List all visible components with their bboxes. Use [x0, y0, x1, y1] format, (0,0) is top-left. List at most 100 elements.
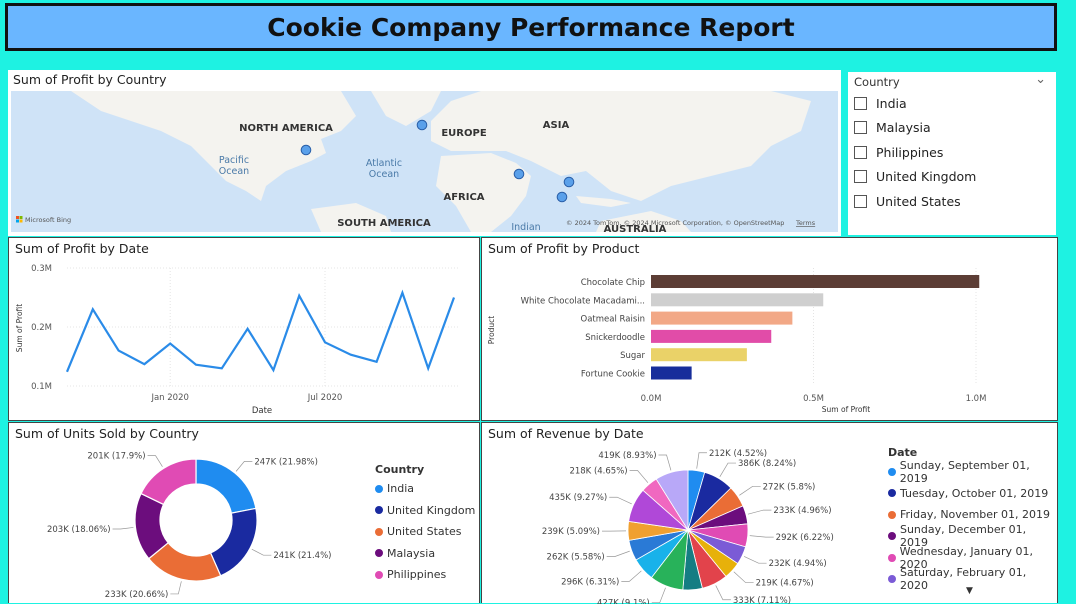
label-atlantic-ocean: Ocean: [369, 169, 399, 180]
legend-item[interactable]: Sunday, September 01, 2019: [888, 461, 1057, 483]
x-tick-label: Jul 2020: [307, 393, 343, 403]
data-label: 272K (5.8%): [763, 482, 816, 492]
map-marker-philippines[interactable]: [564, 177, 574, 187]
data-label: 262K (5.58%): [547, 553, 605, 563]
slicer-item-united-kingdom[interactable]: United Kingdom: [854, 169, 976, 184]
bar-chart[interactable]: 0.0M0.5M1.0MChocolate ChipWhite Chocolat…: [482, 258, 1057, 420]
slice[interactable]: [196, 459, 256, 513]
line-point[interactable]: [400, 291, 404, 295]
map-marker-malaysia[interactable]: [557, 192, 567, 202]
line-point[interactable]: [142, 362, 146, 366]
slice[interactable]: [211, 508, 257, 575]
donut-legend-title: Country: [375, 463, 475, 476]
line-point[interactable]: [194, 363, 198, 367]
bar[interactable]: [651, 330, 771, 343]
legend-dot-icon: [375, 528, 383, 536]
world-map[interactable]: NORTH AMERICA EUROPE ASIA AFRICA SOUTH A…: [11, 91, 838, 232]
legend-item[interactable]: Malaysia: [375, 543, 475, 565]
line-chart[interactable]: 0.1M0.2M0.3MJan 2020Jul 2020DateSum of P…: [9, 258, 479, 420]
line-point[interactable]: [426, 366, 430, 370]
line-point[interactable]: [246, 327, 250, 331]
map-marker-united-kingdom[interactable]: [417, 120, 427, 130]
legend-label: United States: [387, 525, 462, 538]
line-point[interactable]: [349, 353, 353, 357]
map-marker-united-states[interactable]: [301, 145, 311, 155]
y-tick-label: 0.2M: [31, 323, 52, 333]
slicer-item-india[interactable]: India: [854, 96, 907, 111]
legend-label: Philippines: [387, 568, 446, 581]
leader-line: [252, 549, 272, 555]
x-tick-label: 0.0M: [641, 394, 662, 404]
line-point[interactable]: [271, 368, 275, 372]
legend-label: Malaysia: [387, 547, 435, 560]
legend-label: India: [387, 482, 414, 495]
bar[interactable]: [651, 312, 792, 325]
pie-legend: Date Sunday, September 01, 2019Tuesday, …: [888, 446, 1057, 590]
data-label: 247K (21.98%): [254, 457, 318, 467]
pie-chart[interactable]: 212K (4.52%)386K (8.24%)272K (5.8%)233K …: [482, 442, 882, 604]
slicer-item-united-states[interactable]: United States: [854, 194, 961, 209]
line-point[interactable]: [168, 342, 172, 346]
checkbox[interactable]: [854, 121, 867, 134]
bar[interactable]: [651, 293, 823, 306]
map-panel-title: Sum of Profit by Country: [13, 72, 167, 87]
legend-dot-icon: [888, 532, 896, 540]
leader-line: [697, 453, 707, 469]
pie-chart-title: Sum of Revenue by Date: [488, 426, 644, 441]
line-point[interactable]: [375, 360, 379, 364]
map-terms-link[interactable]: Terms: [795, 219, 816, 227]
profit-by-product-panel: Sum of Profit by Product 0.0M0.5M1.0MCho…: [481, 237, 1058, 421]
legend-item[interactable]: United States: [375, 521, 475, 543]
leader-line: [609, 497, 632, 504]
donut-chart[interactable]: 247K (21.98%)241K (21.4%)233K (20.66%)20…: [9, 442, 369, 604]
legend-dot-icon: [375, 571, 383, 579]
label-pacific-ocean: Ocean: [219, 166, 249, 177]
checkbox[interactable]: [854, 146, 867, 159]
line-point[interactable]: [323, 340, 327, 344]
slicer-item-philippines[interactable]: Philippines: [854, 145, 943, 160]
leader-line: [744, 556, 766, 563]
legend-dot-icon: [888, 468, 896, 476]
legend-item[interactable]: United Kingdom: [375, 500, 475, 522]
line-point[interactable]: [452, 296, 456, 300]
legend-scroll-down-icon[interactable]: ▼: [966, 586, 973, 596]
legend-item[interactable]: Tuesday, October 01, 2019: [888, 483, 1057, 505]
line-point[interactable]: [220, 366, 224, 370]
line-point[interactable]: [117, 349, 121, 353]
checkbox[interactable]: [854, 97, 867, 110]
leader-line: [170, 581, 181, 594]
checkbox[interactable]: [854, 170, 867, 183]
bar[interactable]: [651, 275, 979, 288]
bar-chart-title: Sum of Profit by Product: [488, 241, 639, 256]
map-marker-india[interactable]: [514, 169, 524, 179]
data-label: 427K (9.1%): [597, 599, 650, 604]
leader-line: [607, 551, 630, 556]
slice[interactable]: [141, 459, 196, 504]
category-label: Chocolate Chip: [581, 278, 645, 288]
bar[interactable]: [651, 367, 692, 380]
slicer-item-label: Malaysia: [876, 120, 931, 135]
label-south-america: SOUTH AMERICA: [337, 218, 431, 229]
chevron-down-icon[interactable]: ⌄: [1035, 72, 1046, 87]
legend-label: Friday, November 01, 2019: [900, 508, 1050, 521]
checkbox[interactable]: [854, 195, 867, 208]
line-point[interactable]: [297, 294, 301, 298]
line-point[interactable]: [65, 370, 69, 374]
bar[interactable]: [651, 348, 747, 361]
slicer-item-malaysia[interactable]: Malaysia: [854, 120, 931, 135]
data-label: 201K (17.9%): [87, 452, 145, 462]
profit-line-series[interactable]: [67, 293, 454, 372]
data-label: 419K (8.93%): [598, 451, 656, 461]
category-label: Fortune Cookie: [581, 370, 645, 380]
legend-item[interactable]: Philippines: [375, 564, 475, 586]
data-label: 233K (4.96%): [773, 506, 831, 516]
legend-item[interactable]: India: [375, 478, 475, 500]
leader-line: [748, 510, 771, 514]
data-label: 233K (20.66%): [105, 590, 169, 600]
revenue-by-date-panel: Sum of Revenue by Date 212K (4.52%)386K …: [481, 422, 1058, 603]
units-by-country-panel: Sum of Units Sold by Country 247K (21.98…: [8, 422, 480, 603]
map-copyright: © 2024 TomTom, © 2024 Microsoft Corporat…: [566, 219, 784, 227]
y-tick-label: 0.3M: [31, 264, 52, 274]
land-indonesia: [576, 196, 631, 207]
line-point[interactable]: [91, 307, 95, 311]
